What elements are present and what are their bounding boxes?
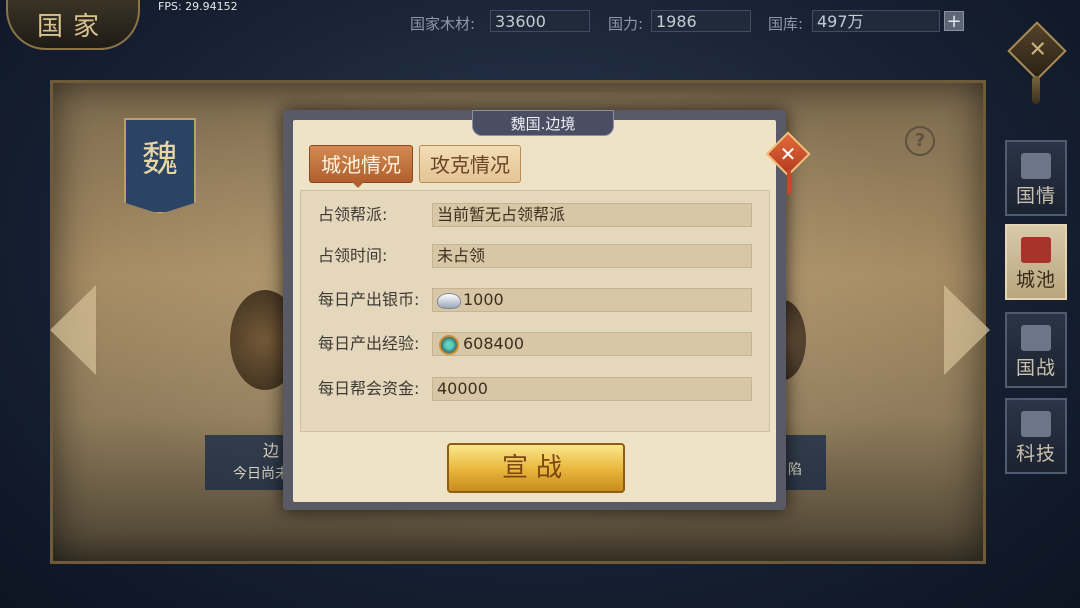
add-treasury-button[interactable]: + (944, 11, 964, 31)
power-label: 国力: (608, 15, 644, 33)
occupation-time-label: 占领时间: (318, 246, 388, 265)
daily-silver-amount: 1000 (463, 290, 504, 309)
side-nav-country-info[interactable]: 国情 (1005, 140, 1067, 216)
side-nav-label: 城池 (1015, 269, 1056, 291)
daily-silver-value: 1000 (432, 288, 752, 312)
side-nav-national-war[interactable]: 国战 (1005, 312, 1067, 388)
side-nav-label: 国情 (1015, 185, 1056, 207)
wei-banner: 魏 (124, 118, 196, 214)
occupying-guild-label: 占领帮派: (318, 205, 388, 224)
strip-subtitle: 陷 (788, 462, 802, 478)
prev-arrow-icon[interactable] (50, 285, 96, 375)
help-icon[interactable]: ? (905, 126, 935, 156)
side-nav-technology[interactable]: 科技 (1005, 398, 1067, 474)
book-icon (1021, 153, 1051, 179)
wood-value: 33600 (490, 10, 590, 32)
city-info-strip-left: 边 今日尚未 (205, 435, 295, 490)
fps-counter: FPS: 29.94152 (158, 0, 238, 13)
daily-guild-funds-label: 每日帮会资金: (318, 379, 420, 398)
close-icon: ✕ (779, 142, 797, 166)
war-icon (1021, 325, 1051, 351)
dialog-title: 魏国.边境 (472, 110, 614, 136)
pendant-ornament (1032, 76, 1040, 104)
side-nav-label: 国战 (1015, 357, 1056, 379)
wood-label: 国家木材: (410, 15, 476, 33)
silver-coin-icon (437, 292, 461, 309)
treasury-label: 国库: (768, 15, 804, 33)
treasury-value: 497万 (812, 10, 940, 32)
daily-silver-label: 每日产出银币: (318, 290, 420, 309)
country-title-badge: 国家 (6, 0, 140, 50)
close-country-button[interactable]: ✕ (1007, 21, 1067, 81)
occupying-guild-value: 当前暂无占领帮派 (432, 203, 752, 227)
next-arrow-icon[interactable] (944, 285, 990, 375)
daily-exp-value: 608400 (432, 332, 752, 356)
palace-icon (1021, 237, 1051, 263)
tassel-ornament (787, 170, 791, 194)
daily-exp-amount: 608400 (463, 334, 525, 353)
side-nav-label: 科技 (1015, 443, 1056, 465)
power-value: 1986 (651, 10, 751, 32)
daily-exp-label: 每日产出经验: (318, 334, 420, 353)
declare-war-button[interactable]: 宣战 (447, 443, 625, 493)
tech-icon (1021, 411, 1051, 437)
occupation-time-value: 未占领 (432, 244, 752, 268)
tab-city-status[interactable]: 城池情况 (309, 145, 413, 183)
active-tab-pointer (352, 182, 364, 188)
daily-guild-funds-value: 40000 (432, 377, 752, 401)
exp-icon (439, 334, 459, 355)
side-nav-cities[interactable]: 城池 (1005, 224, 1067, 300)
close-icon: ✕ (1028, 37, 1047, 63)
tab-capture-status[interactable]: 攻克情况 (419, 145, 521, 183)
